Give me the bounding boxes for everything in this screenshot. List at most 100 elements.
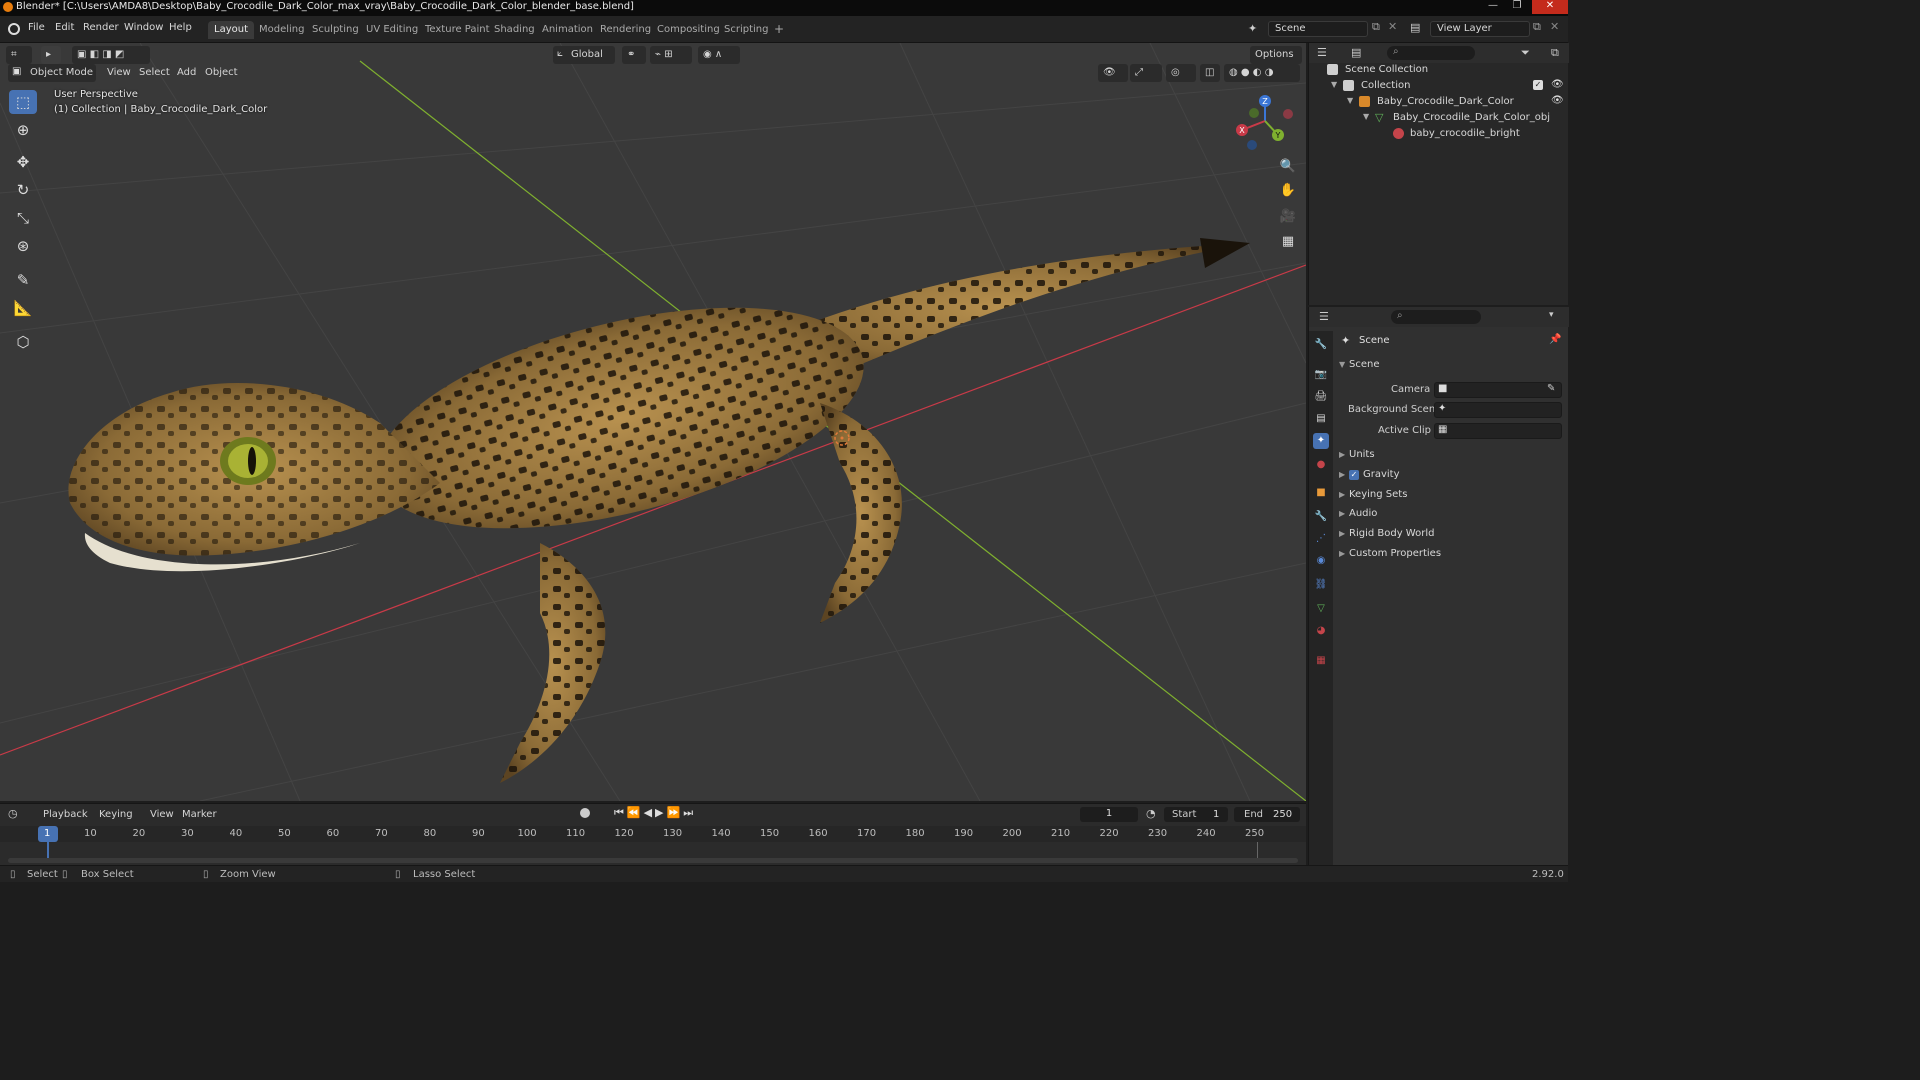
minimize-button[interactable]: — xyxy=(1482,0,1504,14)
outliner-editor-icon[interactable]: ☰ xyxy=(1317,46,1327,59)
new-view-layer-icon[interactable]: ⧉ xyxy=(1533,20,1541,34)
units-panel-header[interactable]: ▶ Units xyxy=(1339,449,1375,460)
timeline-scrollbar[interactable] xyxy=(8,858,1298,863)
constraints-tab-icon[interactable]: ⛓ xyxy=(1313,577,1329,593)
menu-help[interactable]: Help xyxy=(169,22,192,33)
collection-checkbox[interactable]: ✓ xyxy=(1533,80,1543,90)
expand-arrow-icon[interactable]: ▼ xyxy=(1347,96,1353,105)
pan-hand-icon[interactable]: ✋ xyxy=(1277,180,1299,202)
annotate-tool-icon[interactable]: ✎ xyxy=(9,268,37,292)
eyedropper-icon[interactable]: ✎ xyxy=(1547,383,1555,394)
outliner-row-object[interactable]: ▼ Baby_Crocodile_Dark_Color 👁 xyxy=(1309,94,1569,110)
view-layer-tab-icon[interactable]: ▤ xyxy=(1313,411,1329,427)
pivot-icon[interactable]: ⚭ xyxy=(622,46,646,64)
mesh-data-tab-icon[interactable]: ▽ xyxy=(1313,601,1329,617)
camera-field[interactable] xyxy=(1434,382,1562,398)
modifier-tab-icon[interactable]: 🔧 xyxy=(1313,509,1329,525)
select-tool-icon[interactable]: ▸ xyxy=(41,46,61,64)
properties-search-input[interactable]: ⌕ xyxy=(1391,310,1481,324)
tab-rendering[interactable]: Rendering xyxy=(594,21,657,39)
xray-toggle-icon[interactable]: ◫ xyxy=(1200,64,1220,82)
delete-scene-icon[interactable]: ✕ xyxy=(1388,20,1397,33)
3d-viewport[interactable]: ⌗ ▸ ▣ ◧ ◨ ◩ Global ⟀ ⚭ ⌁ ⊞ ◉ ∧ Options O… xyxy=(0,43,1306,801)
eye-icon[interactable]: 👁 xyxy=(1551,95,1564,106)
eye-icon[interactable]: 👁 xyxy=(1551,79,1564,90)
tab-compositing[interactable]: Compositing xyxy=(651,21,726,39)
shading-modes-icons[interactable]: ◍ ● ◐ ◑ xyxy=(1224,64,1300,82)
outliner-search-input[interactable]: ⌕ xyxy=(1387,46,1475,60)
object-tab-icon[interactable]: ■ xyxy=(1313,485,1329,501)
editor-type-icon[interactable]: ⌗ xyxy=(6,46,32,64)
new-scene-icon[interactable]: ⧉ xyxy=(1372,20,1380,34)
display-mode-icon[interactable]: ▤ xyxy=(1351,46,1361,59)
chevron-down-icon[interactable]: ▾ xyxy=(1549,310,1554,320)
rotate-tool-icon[interactable]: ↻ xyxy=(9,178,37,202)
outliner-row-scene-collection[interactable]: Scene Collection xyxy=(1309,62,1569,78)
overlay-toggle-icon[interactable]: ◎ xyxy=(1166,64,1196,82)
tab-shading[interactable]: Shading xyxy=(488,21,541,39)
expand-arrow-icon[interactable]: ▼ xyxy=(1331,80,1337,89)
audio-panel-header[interactable]: ▶ Audio xyxy=(1339,508,1377,519)
material-tab-icon[interactable]: ◕ xyxy=(1313,623,1329,639)
tab-modeling[interactable]: Modeling xyxy=(253,21,311,39)
add-cube-tool-icon[interactable]: ⬡ xyxy=(9,330,37,354)
scale-tool-icon[interactable]: ⤡ xyxy=(9,206,37,230)
visibility-icon[interactable]: 👁 xyxy=(1098,64,1128,82)
scene-icon[interactable]: ✦ xyxy=(1248,22,1257,35)
crocodile-model[interactable] xyxy=(68,238,1250,783)
move-tool-icon[interactable]: ✥ xyxy=(9,150,37,174)
menu-file[interactable]: File xyxy=(28,22,45,33)
blender-menu-icon[interactable] xyxy=(8,23,20,35)
ortho-grid-icon[interactable]: ▦ xyxy=(1277,231,1299,253)
tab-texture-paint[interactable]: Texture Paint xyxy=(419,21,496,39)
properties-editor-icon[interactable]: ☰ xyxy=(1319,310,1329,323)
pin-icon[interactable]: 📌 xyxy=(1549,334,1561,345)
expand-arrow-icon[interactable]: ▼ xyxy=(1363,112,1369,121)
scene-tab-icon[interactable]: ✦ xyxy=(1313,433,1329,449)
close-button[interactable]: ✕ xyxy=(1532,0,1568,14)
menu-view[interactable]: View xyxy=(107,67,131,78)
maximize-button[interactable]: ❐ xyxy=(1506,0,1528,14)
measure-tool-icon[interactable]: 📐 xyxy=(9,296,37,320)
menu-select[interactable]: Select xyxy=(139,67,170,78)
tab-sculpting[interactable]: Sculpting xyxy=(306,21,365,39)
options-dropdown[interactable]: Options xyxy=(1250,46,1302,64)
outliner-row-collection[interactable]: ▼ Collection ✓ 👁 xyxy=(1309,78,1569,94)
navigation-gizmo[interactable]: Z X Y xyxy=(1232,93,1300,151)
filter-icon[interactable]: ⏷ xyxy=(1521,46,1530,60)
transform-tool-icon[interactable]: ⊛ xyxy=(9,234,37,258)
menu-edit[interactable]: Edit xyxy=(55,22,74,33)
world-tab-icon[interactable]: ● xyxy=(1313,457,1329,473)
gravity-checkbox[interactable]: ✓ xyxy=(1349,470,1359,480)
zoom-icon[interactable]: 🔍 xyxy=(1277,156,1299,178)
texture-tab-icon[interactable]: ▦ xyxy=(1313,653,1329,669)
render-tab-icon[interactable]: 📷 xyxy=(1313,367,1329,383)
keying-sets-panel-header[interactable]: ▶ Keying Sets xyxy=(1339,489,1407,500)
particles-tab-icon[interactable]: ⋰ xyxy=(1313,531,1329,547)
tab-scripting[interactable]: Scripting xyxy=(718,21,774,39)
gizmo-toggle-icon[interactable]: ⤢ xyxy=(1130,64,1162,82)
snap-icon[interactable]: ⌁ ⊞ xyxy=(650,46,692,64)
tab-animation[interactable]: Animation xyxy=(536,21,599,39)
scene-selector[interactable]: Scene xyxy=(1268,21,1368,37)
proportional-edit-icon[interactable]: ◉ ∧ xyxy=(698,46,740,64)
select-box-tool-icon[interactable]: ⬚ xyxy=(9,90,37,114)
outliner-row-material[interactable]: baby_crocodile_bright xyxy=(1309,126,1569,142)
tool-tab-icon[interactable]: 🔧 xyxy=(1313,337,1329,353)
cursor-tool-icon[interactable]: ⊕ xyxy=(9,118,37,142)
tab-layout[interactable]: Layout xyxy=(208,21,254,39)
tab-uv-editing[interactable]: UV Editing xyxy=(360,21,424,39)
menu-window[interactable]: Window xyxy=(124,22,163,33)
delete-view-layer-icon[interactable]: ✕ xyxy=(1550,20,1559,33)
outliner-row-mesh[interactable]: ▼ ▽ Baby_Crocodile_Dark_Color_obj xyxy=(1309,110,1569,126)
menu-render[interactable]: Render xyxy=(83,22,119,33)
view-layer-icon[interactable]: ▤ xyxy=(1410,21,1420,34)
background-scene-field[interactable] xyxy=(1434,402,1562,418)
active-clip-field[interactable] xyxy=(1434,423,1562,439)
selection-mode-icons[interactable]: ▣ ◧ ◨ ◩ xyxy=(72,46,150,64)
output-tab-icon[interactable]: 🖨 xyxy=(1313,389,1329,405)
physics-tab-icon[interactable]: ◉ xyxy=(1313,553,1329,569)
custom-properties-panel-header[interactable]: ▶ Custom Properties xyxy=(1339,548,1441,559)
view-layer-selector[interactable]: View Layer xyxy=(1430,21,1530,37)
menu-object[interactable]: Object xyxy=(205,67,238,78)
